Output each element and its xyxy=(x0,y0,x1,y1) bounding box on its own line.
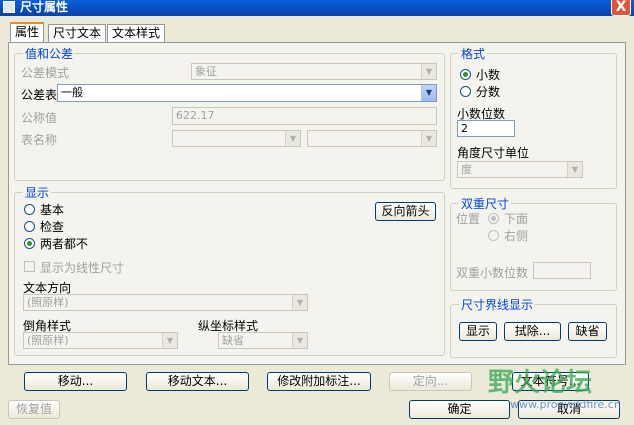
basic-label: 基本 xyxy=(40,203,65,217)
table-name-select-2[interactable]: ▼ xyxy=(307,130,437,147)
dual-below-label: 下面 xyxy=(504,212,529,226)
witness-default-button[interactable]: 缺省 xyxy=(568,322,607,341)
move-button[interactable]: 移动... xyxy=(24,372,127,391)
nominal-value-field[interactable]: 622.17 xyxy=(172,107,437,125)
tolerance-table-value: 一般 xyxy=(61,86,83,99)
modify-attached-button[interactable]: 修改附加标注... xyxy=(267,372,371,391)
chevron-down-icon: ▼ xyxy=(162,333,177,348)
decimal-radio[interactable] xyxy=(460,69,471,80)
tab-properties[interactable]: 属性 xyxy=(10,22,45,43)
ordinate-style-select[interactable]: 缺省 ▼ xyxy=(218,332,308,349)
angle-units-select[interactable]: 度 ▼ xyxy=(457,161,583,178)
text-orientation-value: (照原样) xyxy=(27,296,69,309)
inspect-radio[interactable] xyxy=(24,221,35,232)
decimal-places-value: 2 xyxy=(461,122,468,135)
nominal-value-text: 622.17 xyxy=(176,109,215,122)
tab-dimension-text[interactable]: 尺寸文本 xyxy=(48,24,107,42)
chevron-down-icon: ▼ xyxy=(292,333,307,348)
table-name-label: 表名称 xyxy=(21,133,58,147)
chevron-down-icon: ▼ xyxy=(421,131,436,146)
witness-show-button[interactable]: 显示 xyxy=(459,322,497,341)
decimal-label: 小数 xyxy=(476,68,501,82)
watermark-logo: 野火论坛 www.proewildfire.cn xyxy=(488,362,624,418)
fraction-label: 分数 xyxy=(476,85,501,99)
dual-right-label: 右侧 xyxy=(504,229,529,243)
tolerance-mode-label: 公差模式 xyxy=(21,66,70,80)
dual-decimals-input[interactable] xyxy=(533,262,591,279)
window-title: 尺寸属性 xyxy=(20,0,69,14)
linear-label: 显示为线性尺寸 xyxy=(40,261,125,275)
ordinate-style-value: 缺省 xyxy=(222,334,244,347)
watermark-url: www.proewildfire.cn xyxy=(510,398,621,411)
chevron-down-icon: ▼ xyxy=(567,162,582,177)
chamfer-style-select[interactable]: (照原样) ▼ xyxy=(23,332,178,349)
text-orientation-select[interactable]: (照原样) ▼ xyxy=(23,294,308,311)
basic-radio[interactable] xyxy=(24,204,35,215)
chamfer-style-value: (照原样) xyxy=(27,334,69,347)
tab-text-style[interactable]: 文本样式 xyxy=(107,24,166,42)
chevron-down-icon: ▼ xyxy=(421,85,436,101)
decimal-places-input[interactable]: 2 xyxy=(457,120,515,137)
format-title: 格式 xyxy=(461,47,486,61)
neither-radio[interactable] xyxy=(24,238,35,249)
witness-erase-button[interactable]: 拭除... xyxy=(504,322,561,341)
display-title: 显示 xyxy=(25,186,50,200)
close-button[interactable]: X xyxy=(611,0,631,16)
move-text-button[interactable]: 移动文本... xyxy=(146,372,249,391)
dual-decimals-label: 双重小数位数 xyxy=(456,266,529,280)
dual-below-radio[interactable] xyxy=(488,213,499,224)
table-name-select[interactable]: ▼ xyxy=(172,130,301,147)
chevron-down-icon: ▼ xyxy=(285,131,300,146)
app-icon xyxy=(3,1,15,13)
dual-position-label: 位置 xyxy=(456,212,481,226)
dual-right-radio[interactable] xyxy=(488,230,499,241)
angle-units-value: 度 xyxy=(461,163,472,176)
properties-panel: 值和公差 公差模式 象征 ▼ 公差表 一般 ▼ 公称值 622.17 表名称 ▼… xyxy=(8,42,626,365)
tolerance-mode-value: 象征 xyxy=(195,65,217,78)
angle-units-label: 角度尺寸单位 xyxy=(457,146,530,160)
restore-values-button[interactable]: 恢复值 xyxy=(8,400,60,419)
neither-label: 两者都不 xyxy=(40,237,89,251)
chevron-down-icon: ▼ xyxy=(421,64,436,79)
fraction-radio[interactable] xyxy=(460,86,471,97)
witness-line-title: 尺寸界线显示 xyxy=(461,298,534,312)
flip-arrows-button[interactable]: 反向箭头 xyxy=(375,202,436,221)
inspect-label: 检查 xyxy=(40,220,65,234)
chevron-down-icon: ▼ xyxy=(292,295,307,310)
orient-button[interactable]: 定向... xyxy=(389,372,472,391)
tolerance-mode-select[interactable]: 象征 ▼ xyxy=(191,63,437,80)
tolerance-table-label: 公差表 xyxy=(21,88,58,102)
title-bar: 尺寸属性 X xyxy=(0,0,634,16)
value-tolerance-title: 值和公差 xyxy=(25,47,74,61)
watermark-text: 野火论坛 xyxy=(488,368,593,398)
tolerance-table-select[interactable]: 一般 ▼ xyxy=(57,84,437,102)
linear-checkbox[interactable] xyxy=(24,261,35,272)
nominal-value-label: 公称值 xyxy=(21,111,58,125)
